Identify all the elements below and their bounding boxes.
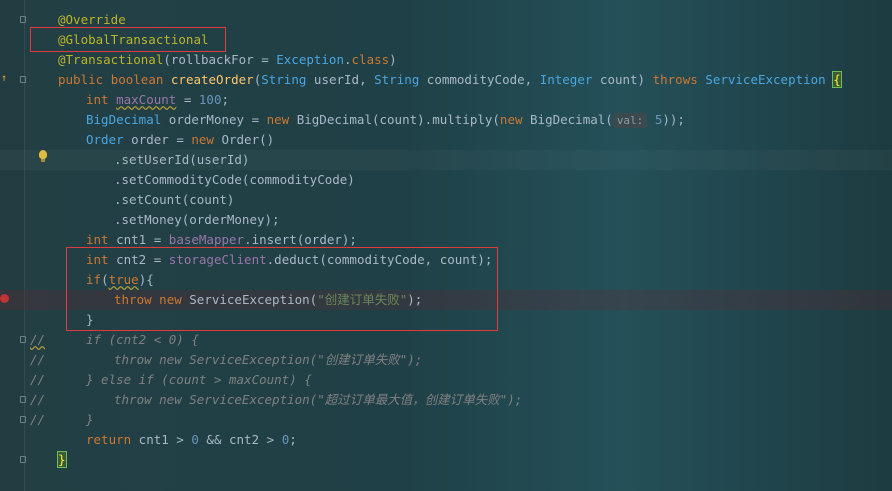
- code-line-10[interactable]: .setCount(count): [0, 190, 892, 210]
- code-line-23[interactable]: }: [0, 450, 892, 470]
- fold-marker-icon[interactable]: [20, 416, 26, 423]
- override-annotation: @Override: [58, 12, 126, 27]
- code-line-22[interactable]: return cnt1 > 0 && cnt2 > 0;: [0, 430, 892, 450]
- code-line-8[interactable]: .setUserId(userId): [0, 150, 892, 170]
- code-line-21[interactable]: // }: [0, 410, 892, 430]
- code-line-5[interactable]: int maxCount = 100;: [0, 90, 892, 110]
- code-line-11[interactable]: .setMoney(orderMoney);: [0, 210, 892, 230]
- code-line-17[interactable]: // if (cnt2 < 0) {: [0, 330, 892, 350]
- highlight-box-code-block: [66, 247, 498, 331]
- fold-marker-icon[interactable]: [20, 76, 26, 83]
- fold-marker-icon[interactable]: [20, 16, 26, 23]
- fold-marker-icon[interactable]: [20, 396, 26, 403]
- code-line-6[interactable]: BigDecimal orderMoney = new BigDecimal(c…: [0, 110, 892, 130]
- method-name: createOrder: [170, 72, 254, 87]
- parameter-hint: val:: [612, 113, 648, 128]
- matched-brace: }: [57, 451, 67, 468]
- code-line-4[interactable]: public boolean createOrder(String userId…: [0, 70, 892, 90]
- fold-marker-icon[interactable]: [20, 336, 26, 343]
- highlight-box-annotation: [30, 27, 226, 52]
- code-line-19[interactable]: // } else if (count > maxCount) {: [0, 370, 892, 390]
- code-line-9[interactable]: .setCommodityCode(commodityCode): [0, 170, 892, 190]
- unused-variable: maxCount: [116, 92, 177, 107]
- code-line-3[interactable]: @Transactional(rollbackFor = Exception.c…: [0, 50, 892, 70]
- code-line-20[interactable]: // throw new ServiceException("超过订单最大值，创…: [0, 390, 892, 410]
- fold-marker-icon[interactable]: [20, 456, 26, 463]
- matched-brace: {: [832, 71, 842, 88]
- code-line-18[interactable]: // throw new ServiceException("创建订单失败");: [0, 350, 892, 370]
- code-editor[interactable]: ↑ @Override @GlobalTransactional @Transa…: [0, 0, 892, 491]
- code-line-7[interactable]: Order order = new Order(): [0, 130, 892, 150]
